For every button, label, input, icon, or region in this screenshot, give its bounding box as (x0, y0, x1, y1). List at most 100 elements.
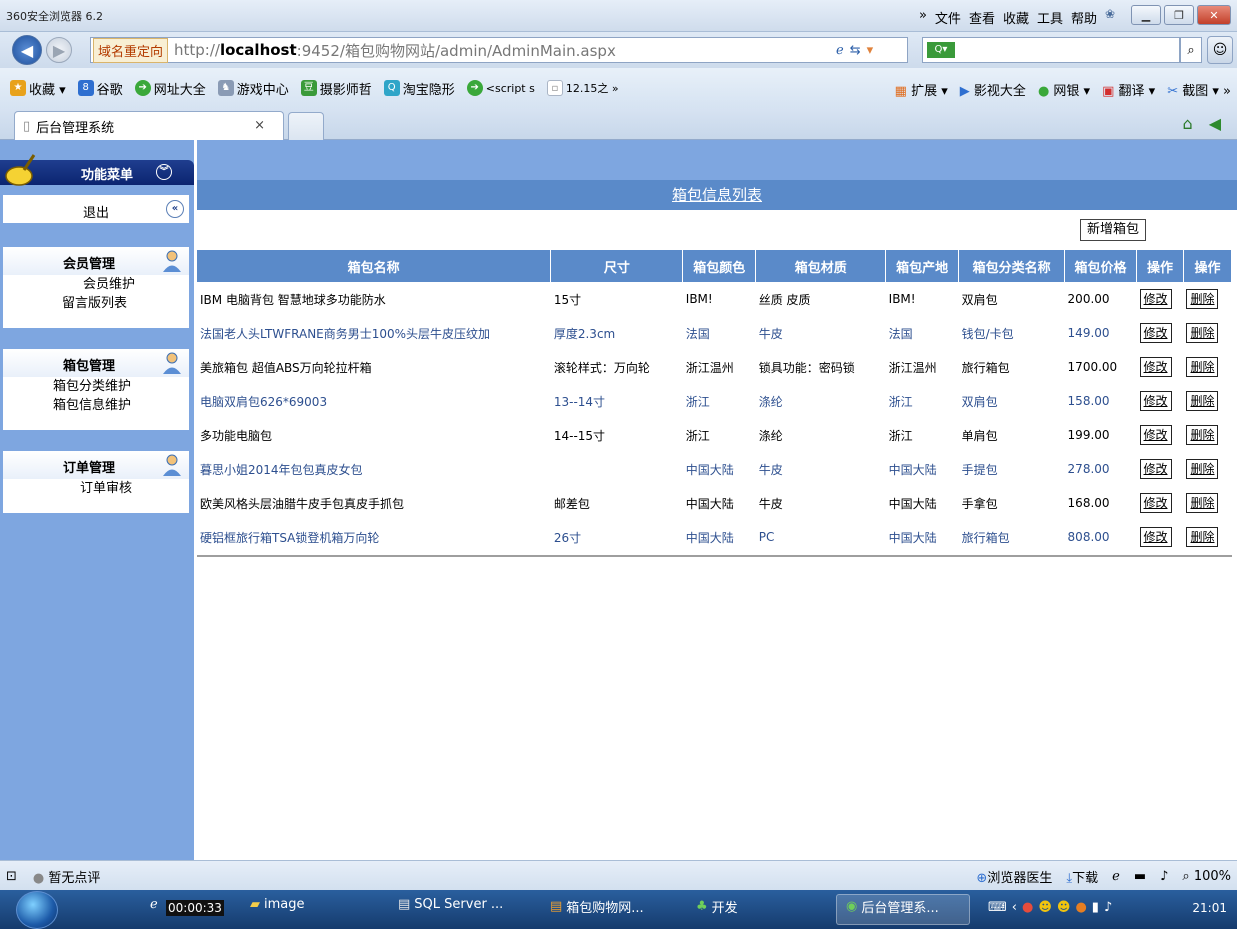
tray-expand-icon[interactable]: ‹ (1012, 900, 1017, 915)
volume-icon[interactable]: ♪ (1104, 900, 1112, 915)
table-row: IBM 电脑背包 智慧地球多功能防水 15寸 IBM! 丝质 皮质 IBM! 双肩包 200… (197, 282, 1232, 316)
address-bar[interactable]: 域名重定向 http://localhost:9452/箱包购物网站/admin… (90, 37, 908, 63)
tab-admin-system[interactable]: ▯ 后台管理系统 × (14, 111, 284, 140)
taskbar-item-image[interactable]: ▰ image (250, 897, 305, 912)
delete-button[interactable]: 删除 (1186, 323, 1219, 343)
table-cell: 多功能电脑包 (200, 428, 273, 443)
edit-cell: 修改 (1137, 350, 1184, 384)
edit-button[interactable]: 修改 (1139, 527, 1172, 547)
window-icon[interactable]: ▬ (1134, 869, 1146, 884)
chevron-down-icon[interactable]: ︾ (156, 164, 172, 180)
url-protocol: http:// (174, 41, 220, 59)
page-icon: ▫ (546, 80, 563, 96)
sound-icon[interactable]: ♪ (1160, 869, 1168, 884)
ie-taskbar-icon[interactable]: ℯ (150, 897, 158, 912)
star-icon: ★ (10, 80, 26, 96)
logout-link[interactable]: 退出 (83, 202, 109, 221)
tray-app-icon[interactable]: ● (1075, 900, 1086, 915)
forward-button[interactable]: ▶ (46, 37, 72, 63)
zoom-control[interactable]: ⌕ 100% (1182, 869, 1231, 884)
back-arrow-icon: ◀ (20, 40, 34, 60)
taskbar-item-dev[interactable]: ♣ 开发 (696, 897, 738, 916)
search-input[interactable]: Q▾ (922, 37, 1180, 63)
delete-cell: 删除 (1183, 316, 1231, 350)
delete-button[interactable]: 删除 (1186, 425, 1219, 445)
screenshot-button[interactable]: ✂ 截图 ▾ » (1167, 80, 1231, 99)
menu-tools[interactable]: 工具 (1037, 8, 1063, 27)
taskbar-item-sql-server[interactable]: ▤ SQL Server ... (398, 897, 503, 912)
new-tab-button[interactable] (288, 112, 324, 140)
sidebar-item-bag-info[interactable]: 箱包信息维护 (3, 396, 189, 415)
undo-arrow-icon[interactable]: ◀ (1209, 114, 1221, 133)
menu-help[interactable]: 帮助 (1071, 8, 1097, 27)
sidebar-item-message-board[interactable]: 留言版列表 (3, 294, 189, 313)
tray-app-icon[interactable]: ● (1022, 900, 1033, 915)
collapse-icon[interactable]: « (166, 200, 184, 218)
delete-button[interactable]: 删除 (1186, 493, 1219, 513)
menu-favorites[interactable]: 收藏 (1003, 8, 1029, 27)
edit-button[interactable]: 修改 (1139, 357, 1172, 377)
bank-button[interactable]: ● 网银 ▾ (1038, 80, 1090, 99)
edit-button[interactable]: 修改 (1139, 391, 1172, 411)
maximize-button[interactable]: ❐ (1164, 5, 1194, 25)
fav-item-game-center[interactable]: ♞ 游戏中心 (217, 79, 289, 98)
logout-row[interactable]: 退出 « (3, 195, 189, 223)
fav-item-web-directory[interactable]: ➔ 网址大全 (134, 79, 206, 98)
delete-button[interactable]: 删除 (1186, 289, 1219, 309)
sidebar-item-bag-category[interactable]: 箱包分类维护 (3, 377, 189, 396)
sidebar-item-order-review[interactable]: 订单审核 (3, 479, 189, 498)
edit-button[interactable]: 修改 (1139, 323, 1172, 343)
delete-button[interactable]: 删除 (1186, 527, 1219, 547)
user-account-button[interactable]: ☺ (1207, 36, 1233, 64)
minimize-button[interactable]: ▁ (1131, 5, 1161, 25)
translate-button[interactable]: ▣ 翻译 ▾ (1102, 80, 1155, 99)
menu-view[interactable]: 查看 (969, 8, 995, 27)
download-button[interactable]: ⤓下载 (1066, 867, 1098, 886)
delete-button[interactable]: 删除 (1186, 459, 1219, 479)
qq-icon[interactable]: ☻ (1057, 900, 1071, 915)
favorite-heart-icon[interactable]: ▾ (867, 43, 874, 58)
sidebar-toggle-icon[interactable]: ⊡ (6, 869, 17, 884)
delete-button[interactable]: 删除 (1186, 357, 1219, 377)
fav-item-google[interactable]: 8 谷歌 (77, 79, 123, 98)
browser-doctor-button[interactable]: ⊕浏览器医生 (976, 867, 1052, 886)
fav-item-page[interactable]: ▫ 12.15之 » (546, 80, 619, 96)
add-bag-button[interactable]: 新增箱包 (1080, 219, 1147, 241)
fav-item-taobao[interactable]: Q 淘宝隐形 (383, 79, 455, 98)
fav-item-photographer[interactable]: 豆摄影师哲 (300, 79, 372, 98)
start-button[interactable] (16, 891, 58, 929)
taskbar-item-admin[interactable]: ◉ 后台管理系... (846, 897, 939, 916)
delete-button[interactable]: 删除 (1186, 391, 1219, 411)
edit-button[interactable]: 修改 (1139, 493, 1172, 513)
qq-icon[interactable]: ☻ (1038, 900, 1052, 915)
group-header[interactable]: 会员管理 (3, 247, 189, 275)
skin-icon[interactable]: ❀ (1105, 7, 1115, 21)
fav-item-favorites[interactable]: ★ 收藏 ▾ (10, 79, 66, 98)
redirect-badge[interactable]: 域名重定向 (93, 37, 169, 63)
fav-item-script[interactable]: ➔ <script s (466, 80, 535, 96)
sidebar-item-member-maintenance[interactable]: 会员维护 (3, 275, 189, 294)
edit-button[interactable]: 修改 (1139, 425, 1172, 445)
menu-more[interactable]: » (919, 8, 927, 27)
video-button[interactable]: ▶ 影视大全 (960, 80, 1026, 99)
page-title[interactable]: 箱包信息列表 (672, 186, 762, 204)
search-button[interactable]: ⌕ (1180, 37, 1202, 63)
edit-button[interactable]: 修改 (1139, 289, 1172, 309)
edit-button[interactable]: 修改 (1139, 459, 1172, 479)
close-tab-icon[interactable]: × (254, 118, 265, 133)
taskbar-item-bag-site[interactable]: ▤ 箱包购物网... (550, 897, 644, 916)
ie-mode-icon[interactable]: ℯ (836, 43, 844, 58)
keyboard-icon[interactable]: ⌨ (988, 900, 1007, 915)
group-header[interactable]: 订单管理 (3, 451, 189, 479)
speed-icon[interactable]: ⇆ (850, 43, 861, 58)
close-window-button[interactable]: ✕ (1197, 5, 1231, 25)
rating-button[interactable]: ● 暂无点评 (33, 867, 101, 886)
home-icon[interactable]: ⌂ (1183, 114, 1193, 133)
back-button[interactable]: ◀ (12, 35, 42, 65)
network-icon[interactable]: ▮ (1092, 900, 1099, 915)
menu-file[interactable]: 文件 (935, 8, 961, 27)
search-engine-icon[interactable]: Q▾ (927, 42, 955, 58)
ie-icon[interactable]: ℯ (1112, 869, 1120, 884)
extensions-button[interactable]: ▦ 扩展 ▾ (895, 80, 948, 99)
group-header[interactable]: 箱包管理 (3, 349, 189, 377)
